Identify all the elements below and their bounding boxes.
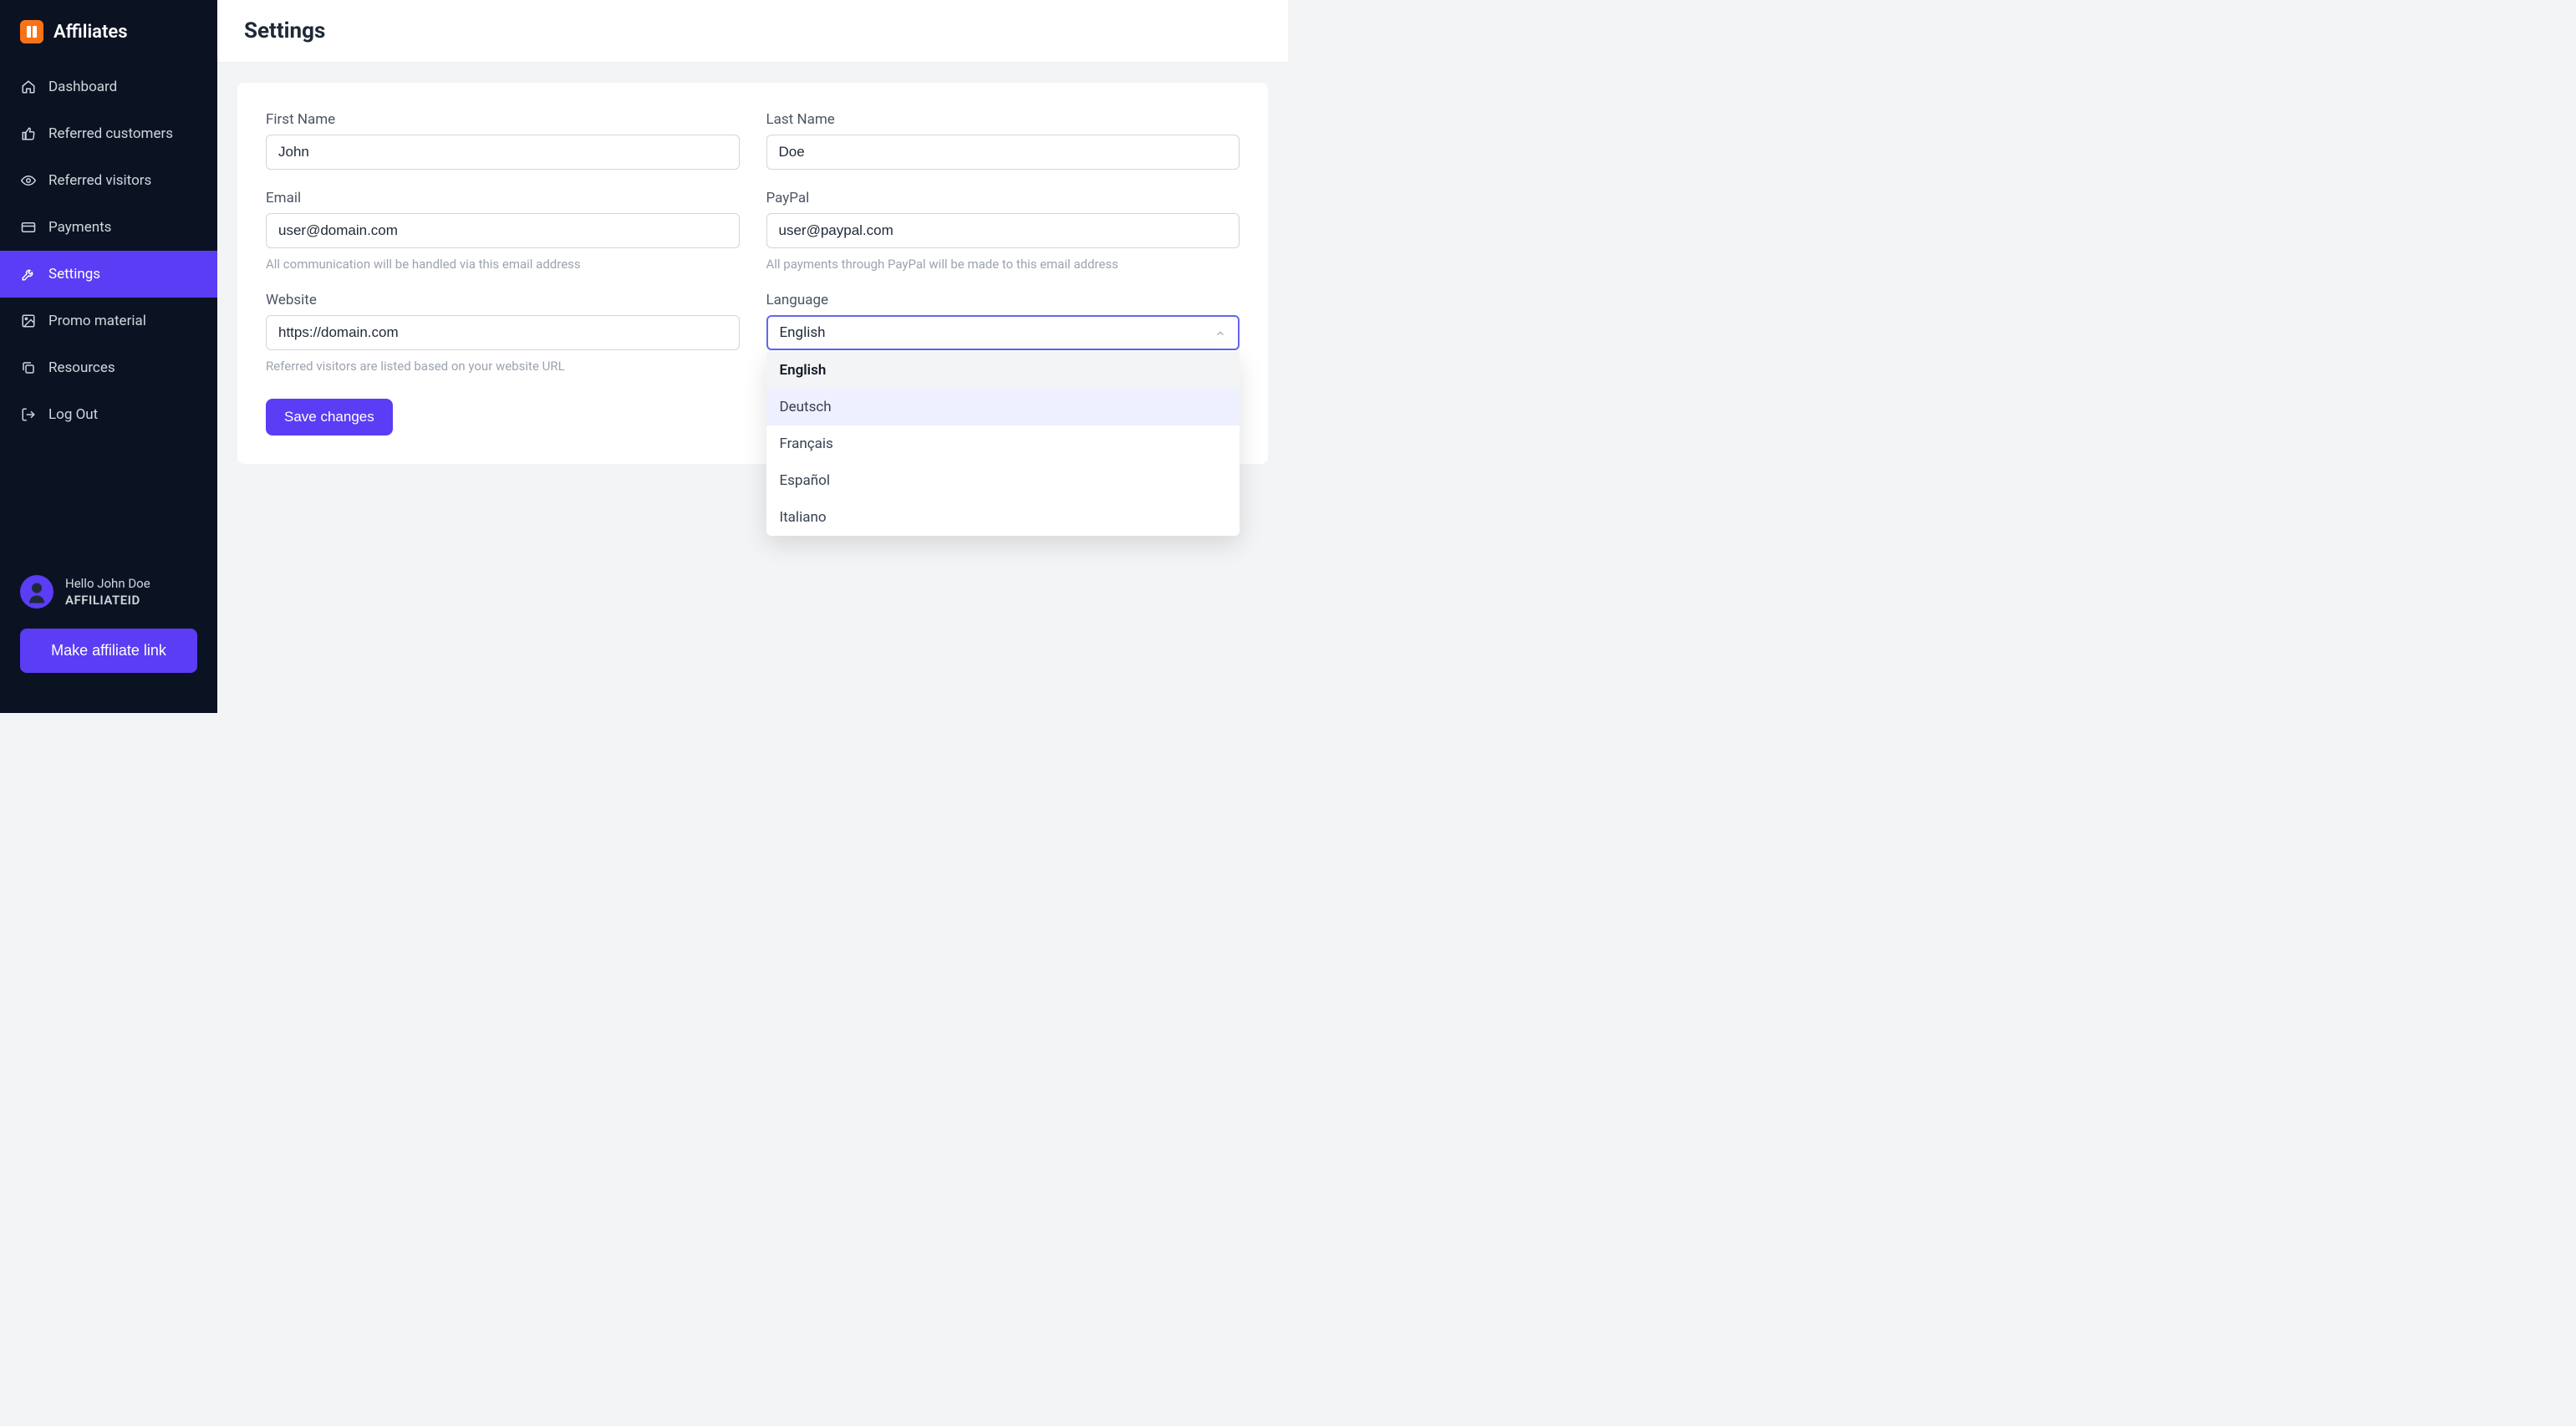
thumbs-up-icon — [20, 125, 37, 142]
brand: Affiliates — [0, 20, 217, 64]
website-label: Website — [266, 292, 740, 308]
first-name-input[interactable] — [266, 135, 740, 170]
save-row: Save changes — [266, 399, 740, 435]
sidebar-item-label: Payments — [48, 219, 111, 236]
field-language: Language English English Deutsch Françai… — [766, 292, 1240, 374]
field-last-name: Last Name — [766, 111, 1240, 170]
website-help: Referred visitors are listed based on yo… — [266, 359, 740, 374]
language-option-espanol[interactable]: Español — [766, 462, 1240, 499]
email-help: All communication will be handled via th… — [266, 257, 740, 272]
website-input[interactable] — [266, 315, 740, 350]
field-website: Website Referred visitors are listed bas… — [266, 292, 740, 374]
sidebar-item-label: Referred customers — [48, 125, 173, 142]
image-icon — [20, 313, 37, 329]
wrench-icon — [20, 266, 37, 283]
save-changes-button[interactable]: Save changes — [266, 399, 393, 435]
sidebar-item-referred-visitors[interactable]: Referred visitors — [0, 157, 217, 204]
language-dropdown: English Deutsch Français Español Italian… — [766, 352, 1240, 536]
field-first-name: First Name — [266, 111, 740, 170]
email-input[interactable] — [266, 213, 740, 248]
paypal-input[interactable] — [766, 213, 1240, 248]
sidebar-item-payments[interactable]: Payments — [0, 204, 217, 251]
sidebar-footer: Hello John Doe AFFILIATEID Make affiliat… — [0, 575, 217, 693]
sidebar: Affiliates Dashboard Referred customers … — [0, 0, 217, 713]
language-label: Language — [766, 292, 1240, 308]
user-affiliate-id: AFFILIATEID — [65, 593, 150, 608]
main: Settings First Name Last Name Email — [217, 0, 1288, 713]
sidebar-item-promo-material[interactable]: Promo material — [0, 298, 217, 344]
field-paypal: PayPal All payments through PayPal will … — [766, 190, 1240, 272]
language-selected-value: English — [780, 324, 826, 341]
sidebar-item-label: Log Out — [48, 406, 98, 423]
field-email: Email All communication will be handled … — [266, 190, 740, 272]
sidebar-item-label: Settings — [48, 266, 100, 283]
paypal-help: All payments through PayPal will be made… — [766, 257, 1240, 272]
language-option-francais[interactable]: Français — [766, 425, 1240, 462]
sidebar-item-label: Referred visitors — [48, 172, 151, 189]
page-title: Settings — [244, 18, 1261, 43]
brand-logo-icon — [20, 20, 43, 43]
last-name-input[interactable] — [766, 135, 1240, 170]
make-affiliate-link-button[interactable]: Make affiliate link — [20, 629, 197, 673]
sidebar-item-resources[interactable]: Resources — [0, 344, 217, 391]
home-icon — [20, 79, 37, 95]
sidebar-item-label: Promo material — [48, 313, 146, 329]
sidebar-item-settings[interactable]: Settings — [0, 251, 217, 298]
email-label: Email — [266, 190, 740, 206]
chevron-up-icon — [1214, 327, 1226, 339]
credit-card-icon — [20, 219, 37, 236]
language-select[interactable]: English — [766, 315, 1240, 350]
settings-card: First Name Last Name Email All communica… — [237, 83, 1268, 464]
logout-icon — [20, 406, 37, 423]
language-option-english[interactable]: English — [766, 352, 1240, 389]
sidebar-item-dashboard[interactable]: Dashboard — [0, 64, 217, 110]
brand-title: Affiliates — [53, 22, 128, 43]
avatar — [20, 575, 53, 609]
last-name-label: Last Name — [766, 111, 1240, 128]
sidebar-item-referred-customers[interactable]: Referred customers — [0, 110, 217, 157]
paypal-label: PayPal — [766, 190, 1240, 206]
user-block: Hello John Doe AFFILIATEID — [20, 575, 197, 609]
first-name-label: First Name — [266, 111, 740, 128]
eye-icon — [20, 172, 37, 189]
language-option-italiano[interactable]: Italiano — [766, 499, 1240, 536]
language-option-deutsch[interactable]: Deutsch — [766, 389, 1240, 425]
user-greeting: Hello John Doe — [65, 576, 150, 591]
content: First Name Last Name Email All communica… — [217, 63, 1288, 713]
sidebar-item-label: Resources — [48, 359, 115, 376]
sidebar-item-logout[interactable]: Log Out — [0, 391, 217, 438]
sidebar-item-label: Dashboard — [48, 79, 117, 95]
copy-icon — [20, 359, 37, 376]
page-header: Settings — [217, 0, 1288, 63]
sidebar-nav: Dashboard Referred customers Referred vi… — [0, 64, 217, 438]
